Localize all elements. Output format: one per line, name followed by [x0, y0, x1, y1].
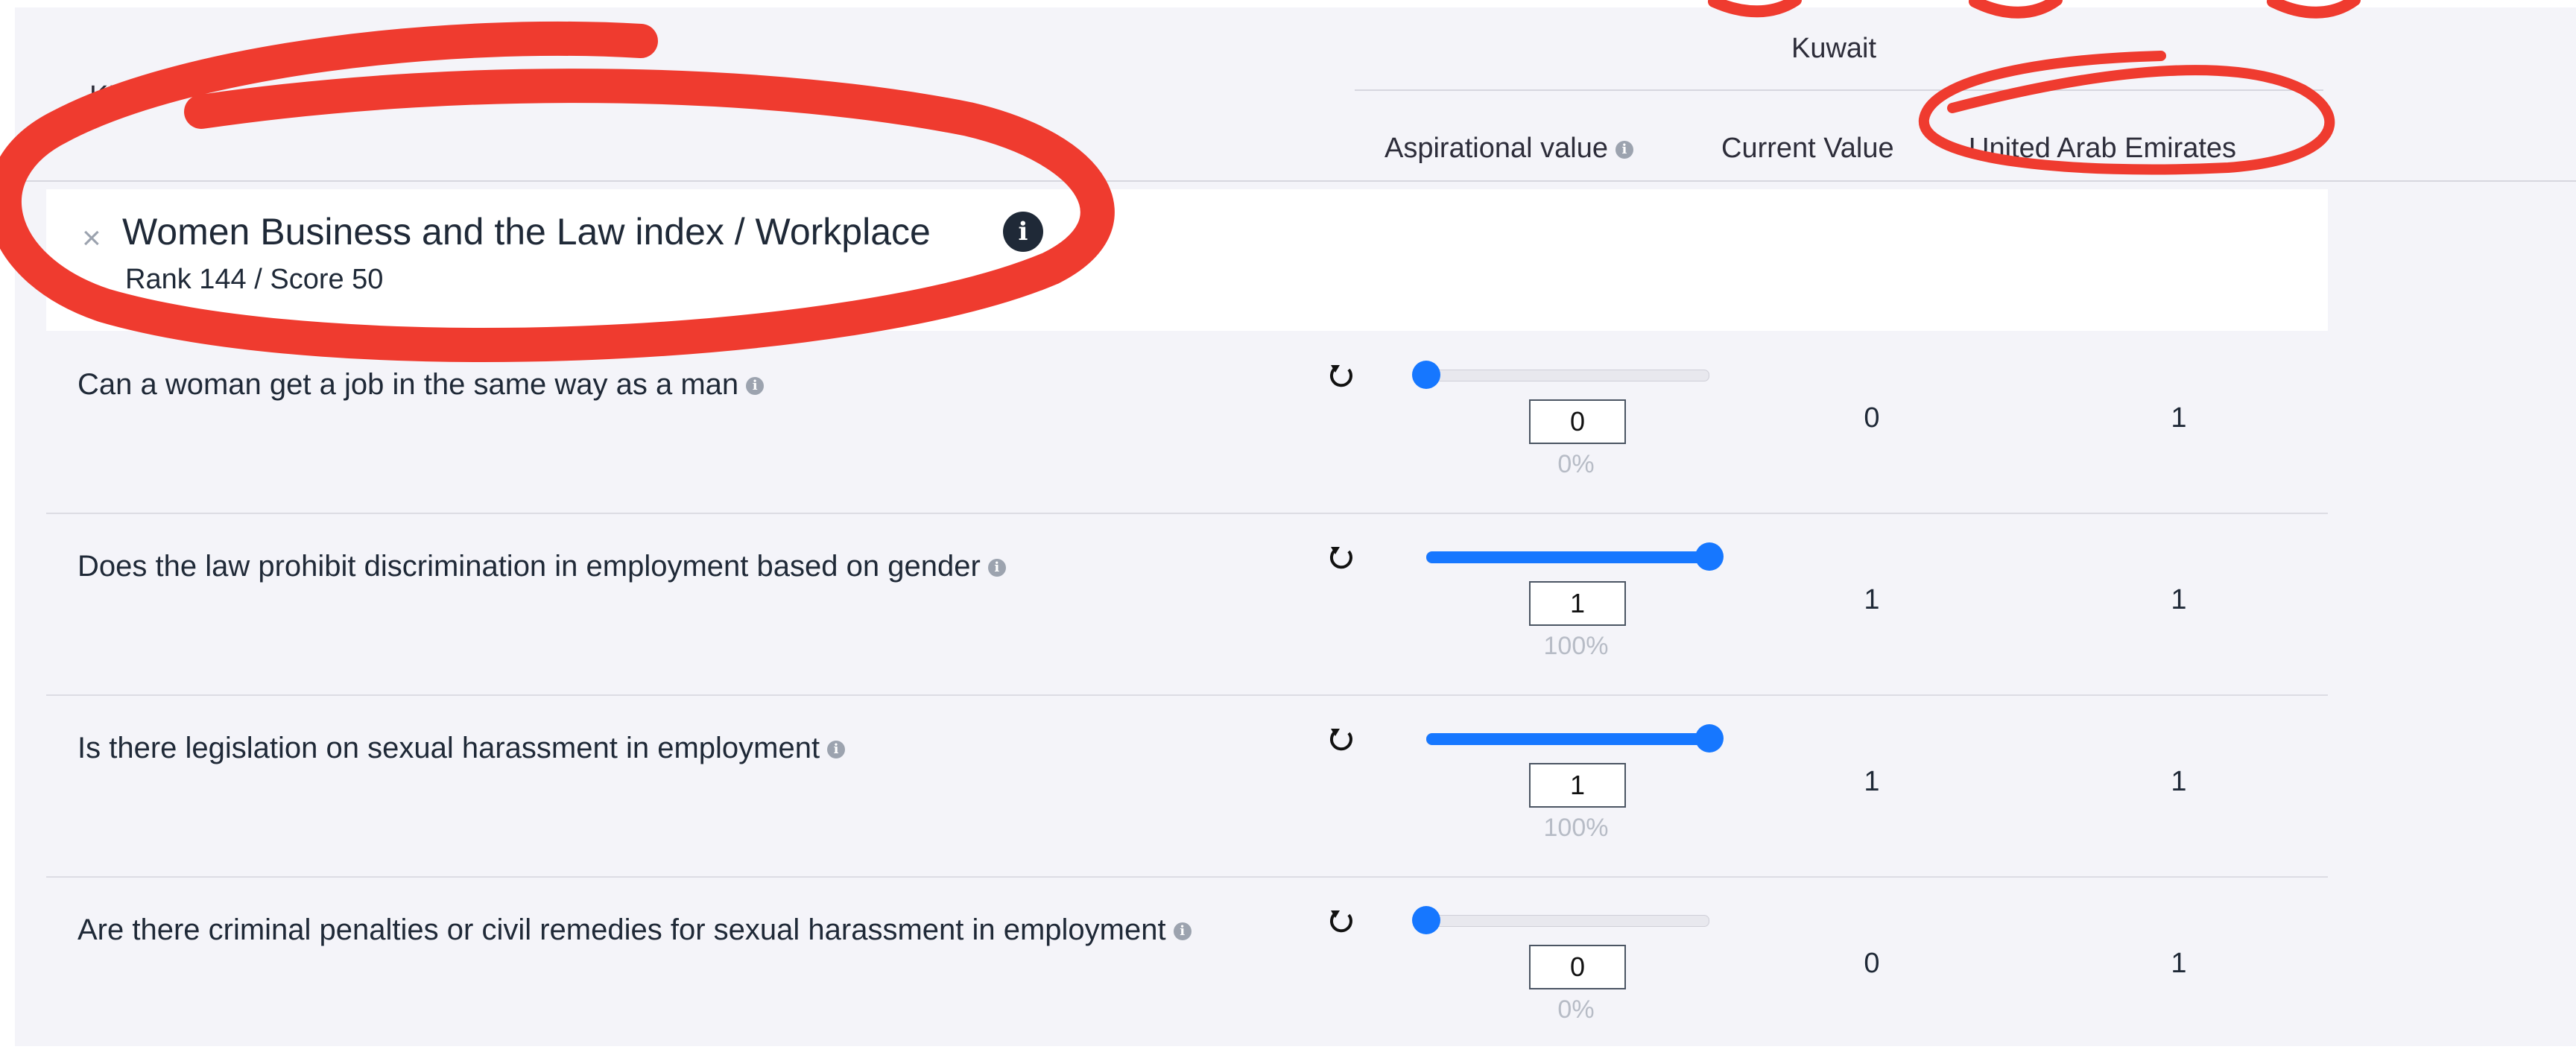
aspirational-slider[interactable]: [1419, 724, 1724, 753]
reset-icon[interactable]: [1326, 361, 1356, 390]
slider-thumb[interactable]: [1695, 724, 1724, 753]
aspirational-percent: 0%: [1557, 450, 1595, 478]
close-icon[interactable]: ×: [82, 222, 101, 255]
group-rank-score: Rank 144 / Score 50: [125, 264, 384, 295]
info-icon[interactable]: i: [1615, 140, 1633, 159]
aspirational-percent: 0%: [1557, 995, 1595, 1024]
slider-thumb[interactable]: [1412, 361, 1440, 389]
slider-track: [1426, 370, 1709, 381]
aspirational-slider[interactable]: [1412, 361, 1717, 389]
table-row: Is there legislation on sexual harassmen…: [46, 694, 2328, 878]
compare-value: 1: [2171, 948, 2187, 979]
aspirational-slider[interactable]: [1412, 906, 1717, 934]
reset-icon[interactable]: [1326, 724, 1356, 754]
country-header: Kuwait: [1791, 33, 1877, 64]
aspirational-percent: 100%: [1543, 632, 1609, 660]
kpi-column-header: KPI: [89, 80, 136, 112]
slider-thumb[interactable]: [1412, 906, 1440, 934]
info-icon[interactable]: i: [987, 559, 1006, 577]
aspirational-value-input[interactable]: 0: [1529, 945, 1626, 989]
aspirational-value-input[interactable]: 1: [1529, 763, 1626, 808]
info-icon[interactable]: i: [1003, 212, 1043, 252]
compare-value: 1: [2171, 766, 2187, 797]
slider-fill: [1426, 733, 1709, 745]
current-value-header: Current Value: [1721, 133, 1894, 164]
aspirational-value-input[interactable]: 0: [1529, 399, 1626, 444]
reset-icon[interactable]: [1326, 906, 1356, 936]
compare-value: 1: [2171, 584, 2187, 615]
slider-track: [1426, 915, 1709, 927]
info-icon[interactable]: i: [827, 741, 846, 759]
current-value: 1: [1864, 584, 1880, 615]
header-bottom-divider: [15, 180, 2576, 182]
slider-thumb[interactable]: [1695, 542, 1724, 571]
aspirational-slider[interactable]: [1419, 542, 1724, 571]
reset-icon[interactable]: [1326, 542, 1356, 572]
info-icon[interactable]: i: [1173, 922, 1192, 941]
kpi-question: Can a woman get a job in the same way as…: [77, 368, 765, 402]
aspirational-value-input[interactable]: 1: [1529, 581, 1626, 626]
table-row: Does the law prohibit discrimination in …: [46, 513, 2328, 696]
kpi-group-card: × Women Business and the Law index / Wor…: [46, 189, 2328, 331]
kpi-table: KPI Kuwait Aspirational value i Current V…: [15, 7, 2576, 1046]
current-value: 1: [1864, 766, 1880, 797]
aspirational-value-header: Aspirational value i: [1384, 133, 1633, 165]
aspirational-percent: 100%: [1543, 814, 1609, 842]
kpi-question: Are there criminal penalties or civil re…: [77, 913, 1192, 947]
header-divider: [1355, 89, 2323, 91]
table-row: Are there criminal penalties or civil re…: [46, 876, 2328, 1058]
table-row: Can a woman get a job in the same way as…: [46, 331, 2328, 514]
kpi-question: Does the law prohibit discrimination in …: [77, 550, 1006, 583]
slider-fill: [1426, 551, 1709, 563]
group-title: Women Business and the Law index / Workp…: [122, 211, 931, 253]
compare-country-header: United Arab Emirates: [1969, 133, 2237, 164]
info-icon[interactable]: i: [746, 377, 765, 396]
current-value: 0: [1864, 402, 1880, 434]
kpi-question: Is there legislation on sexual harassmen…: [77, 732, 846, 765]
compare-value: 1: [2171, 402, 2187, 434]
current-value: 0: [1864, 948, 1880, 979]
